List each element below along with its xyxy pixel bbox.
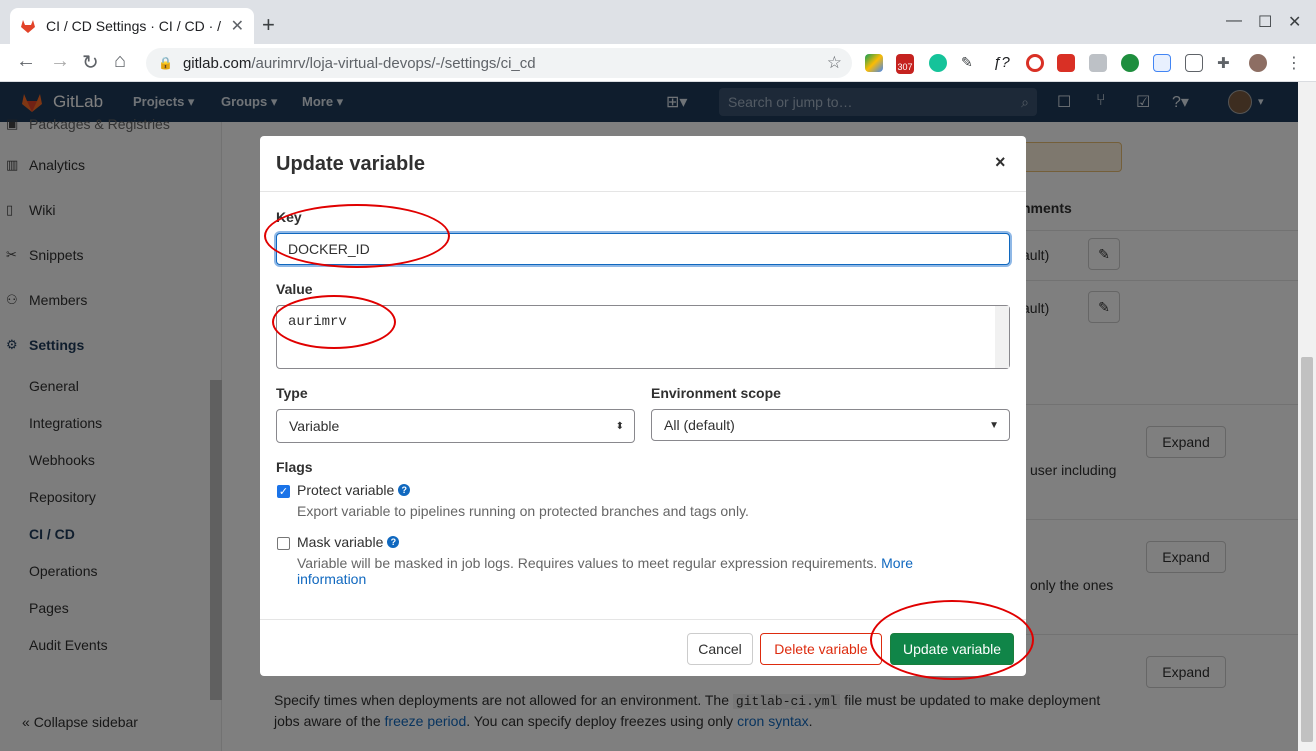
grammarly-extension-icon[interactable] — [929, 54, 947, 72]
window-close-icon[interactable]: ✕ — [1288, 12, 1301, 32]
lock-icon: 🔒 — [158, 56, 173, 70]
type-label: Type — [276, 385, 308, 401]
eyedropper-extension-icon[interactable]: ✎ — [961, 54, 979, 72]
more-information-link[interactable]: More — [881, 555, 913, 571]
cancel-button[interactable]: Cancel — [687, 633, 753, 665]
help-icon[interactable]: ? — [387, 536, 400, 548]
flags-label: Flags — [276, 459, 313, 475]
browser-toolbar: ← → ↻ ⌂ 🔒 gitlab.com/aurimrv/loja-virtua… — [0, 44, 1316, 82]
gitlab-favicon-icon — [21, 20, 35, 33]
select-arrows-icon: ⬍ — [615, 420, 624, 432]
screenshot-extension-icon[interactable] — [1185, 54, 1203, 72]
browser-tabbar: CI / CD Settings · CI / CD · / ✕ + — ☐ ✕ — [0, 0, 1316, 44]
chevron-down-icon: ▼ — [989, 419, 999, 431]
minimize-icon[interactable]: — — [1226, 12, 1242, 30]
function-extension-icon[interactable]: ƒ? — [993, 54, 1011, 72]
modal-header: Update variable × — [260, 136, 1026, 192]
green-extension-icon[interactable] — [1121, 54, 1139, 72]
browser-menu-icon[interactable]: ⋮ — [1286, 53, 1302, 73]
page-scrollbar[interactable] — [1298, 82, 1316, 751]
mask-variable-label[interactable]: Mask variable? — [297, 534, 400, 550]
maximize-icon[interactable]: ☐ — [1258, 12, 1272, 32]
mask-variable-help: Variable will be masked in job logs. Req… — [297, 555, 914, 571]
url-text: gitlab.com/aurimrv/loja-virtual-devops/-… — [182, 54, 536, 72]
gray-extension-icon[interactable] — [1089, 54, 1107, 72]
protect-variable-help: Export variable to pipelines running on … — [297, 503, 749, 519]
address-bar[interactable]: 🔒 gitlab.com/aurimrv/loja-virtual-devops… — [146, 48, 852, 78]
more-information-link[interactable]: information — [297, 571, 366, 587]
protect-variable-label[interactable]: Protect variable? — [297, 482, 411, 498]
page-scrollbar-thumb[interactable] — [1301, 357, 1313, 742]
type-select[interactable]: Variable ⬍ — [276, 409, 635, 443]
mask-variable-help-2: information — [297, 571, 366, 587]
delete-variable-button[interactable]: Delete variable — [760, 633, 882, 665]
environment-scope-dropdown[interactable]: All (default) ▼ — [651, 409, 1010, 441]
annotation-ring-update — [870, 600, 1034, 680]
forward-icon[interactable]: → — [50, 50, 70, 73]
puzzle-extensions-icon[interactable]: ✚ — [1217, 54, 1235, 72]
close-icon[interactable]: × — [995, 152, 1006, 173]
profile-avatar[interactable] — [1249, 54, 1267, 72]
gmail-extension-icon[interactable]: 307 — [896, 54, 914, 74]
back-icon[interactable]: ← — [16, 50, 36, 73]
protect-variable-checkbox[interactable]: ✓ — [277, 485, 290, 498]
value-label: Value — [276, 281, 313, 297]
docs-extension-icon[interactable] — [1153, 54, 1171, 72]
record-extension-icon[interactable] — [1026, 54, 1044, 72]
reload-icon[interactable]: ↻ — [82, 50, 99, 75]
home-icon[interactable]: ⌂ — [114, 50, 126, 73]
tab-title: CI / CD Settings · CI / CD · / — [46, 18, 222, 34]
annotation-ring-value — [272, 295, 396, 349]
drive-extension-icon[interactable] — [865, 54, 883, 72]
new-tab-icon[interactable]: + — [262, 12, 275, 38]
bookmark-star-icon[interactable]: ☆ — [827, 53, 842, 73]
tab-close-icon[interactable]: ✕ — [231, 16, 244, 36]
annotation-ring-key — [264, 204, 450, 268]
mask-variable-checkbox[interactable] — [277, 537, 290, 550]
modal-title: Update variable — [276, 153, 425, 175]
browser-tab[interactable]: CI / CD Settings · CI / CD · / ✕ — [10, 8, 254, 44]
help-icon[interactable]: ? — [398, 484, 411, 496]
red-extension-icon[interactable] — [1057, 54, 1075, 72]
textarea-scrollbar[interactable] — [995, 306, 1009, 368]
environment-scope-label: Environment scope — [651, 385, 781, 401]
